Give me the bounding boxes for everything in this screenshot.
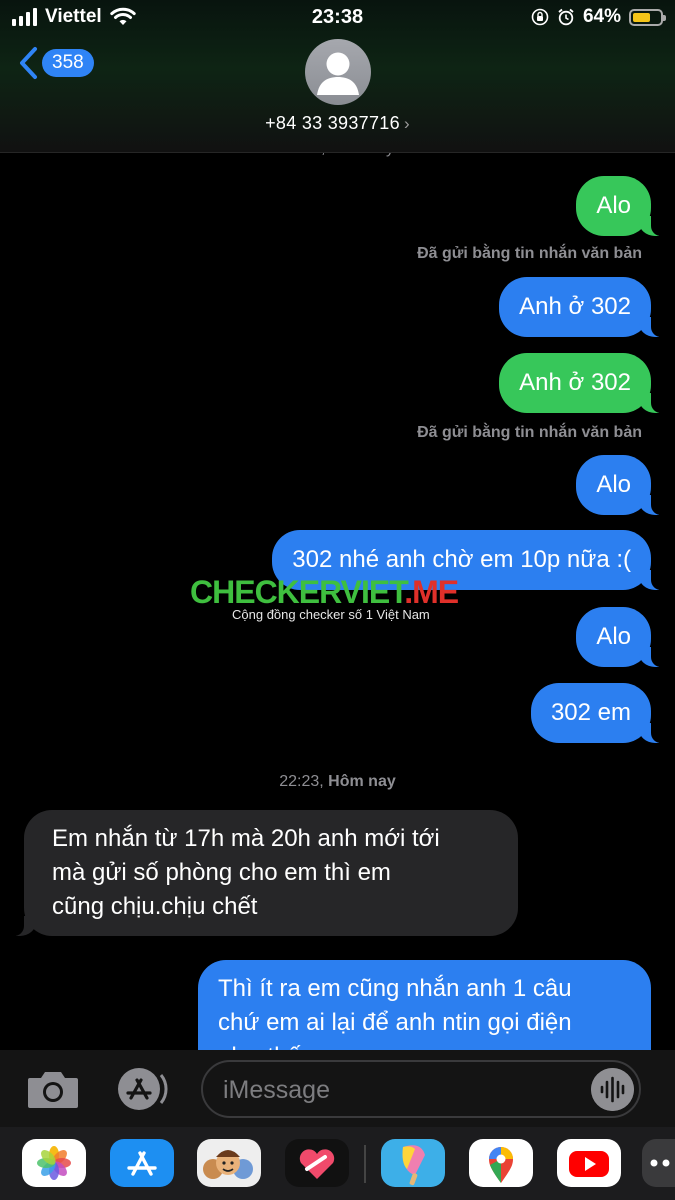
google-maps-icon[interactable] [469,1139,533,1187]
watermark-logo-green: CHECKERVIET [190,574,405,610]
message-bubble-imessage[interactable]: 302 em [530,683,670,743]
orientation-lock-icon [531,8,549,26]
watermark-logo-red: .ME [404,574,459,610]
person-placeholder-icon [317,52,359,95]
message-line: cũng chịu.chịu chết [52,893,258,920]
camera-icon[interactable] [26,1068,80,1110]
message-bubble-imessage[interactable]: Anh ở 302 [499,277,669,337]
message-input-placeholder: iMessage [223,1076,330,1104]
app-drawer [0,1127,675,1200]
message-bubble-imessage[interactable]: Thì ít ra em cũng nhắn anh 1 câu chứ em … [198,960,651,1050]
message-input[interactable]: iMessage [201,1060,641,1118]
message-bubble-imessage[interactable]: Alo [576,455,669,515]
message-line: như thế [218,1040,631,1050]
contact-avatar[interactable] [305,39,371,105]
digital-touch-icon[interactable] [285,1139,349,1187]
message-bubble-sms[interactable]: Anh ở 302 [499,353,669,413]
battery-level [633,12,650,22]
status-bar: Viettel 23:38 64% [0,0,675,34]
back-button[interactable]: 358 [18,46,94,80]
app-store-drawer-icon[interactable] [114,1067,172,1111]
memoji-icon[interactable] [197,1139,261,1187]
message-line: mà gửi số phòng cho em thì em [52,859,391,886]
battery-icon [629,8,666,26]
chevron-right-icon: › [403,114,410,133]
watermark: CHECKERVIET.ME Cộng đồng checker số 1 Vi… [190,575,490,622]
timestamp-time: 22:23, [279,773,324,790]
message-bubble-incoming[interactable]: Em nhắn từ 17h mà 20h anh mới tới mà gửi… [6,810,518,936]
message-line: Thì ít ra em cũng nhắn anh 1 câu [218,975,572,1002]
more-icon[interactable] [642,1139,675,1187]
timestamp: 22:23, Hôm nay [0,773,675,791]
voice-waveform-icon[interactable] [591,1068,634,1111]
watermark-logo: CHECKERVIET.ME [190,575,490,609]
timestamp-day: Hôm nay [328,773,396,790]
delivery-status: Đã gửi bằng tin nhắn văn bản [417,424,642,441]
battery-percentage: 64% [582,6,621,27]
message-line: Em nhắn từ 17h mà 20h anh mới tới [52,825,440,852]
delivery-status: Đã gửi bằng tin nhắn văn bản [417,245,642,262]
unread-count-badge: 358 [42,49,94,77]
contact-number: +84 33 3937716 [265,113,400,133]
youtube-icon[interactable] [557,1139,621,1187]
photos-icon[interactable] [22,1139,86,1187]
app-store-icon[interactable] [110,1139,174,1187]
conversation-header: Viettel 23:38 64% 358 +84 33 3937716 › [0,0,675,153]
contact-name-button[interactable]: +84 33 3937716 › [0,113,675,134]
popsicle-sticker-icon[interactable] [381,1139,445,1187]
message-line: chứ em ai lại để anh ntin gọi điện [218,1009,572,1036]
compose-bar: iMessage [0,1050,675,1127]
message-bubble-sms[interactable]: Alo [576,176,669,236]
message-bubble-imessage[interactable]: Alo [576,607,669,667]
chevron-left-icon [20,47,37,79]
alarm-icon [558,8,574,26]
message-thread[interactable]: 20:04, Hôm nay Alo Đã gửi bằng tin nhắn … [0,0,675,1050]
drawer-divider [364,1145,366,1183]
